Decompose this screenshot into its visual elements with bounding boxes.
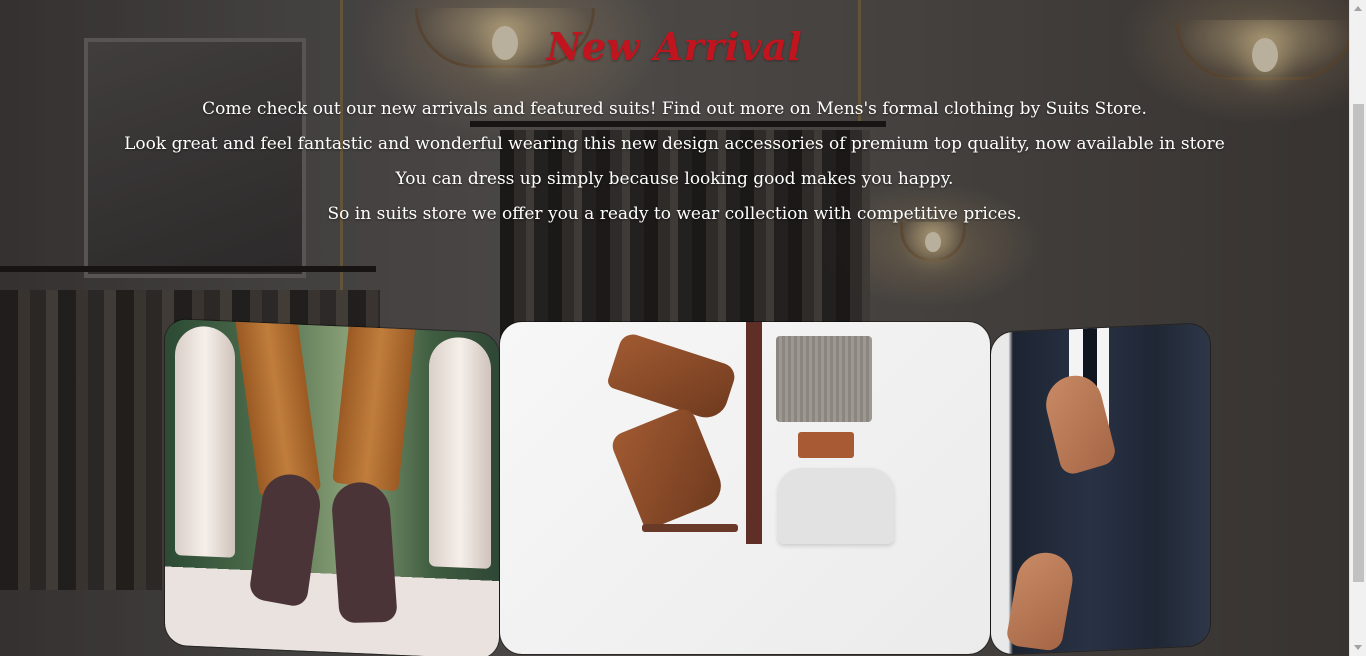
intro-line: You can dress up simply because looking … [395, 169, 954, 189]
flatlay-accessories-photo[interactable] [500, 322, 990, 654]
intro-line: So in suits store we offer you a ready t… [327, 204, 1022, 224]
intro-text: Come check out our new arrivals and feat… [0, 92, 1349, 232]
scroll-up-icon[interactable] [1354, 6, 1362, 11]
intro-line: Look great and feel fantastic and wonder… [124, 134, 1225, 154]
suit-tie-photo[interactable] [991, 323, 1210, 655]
scrollbar-thumb[interactable] [1353, 104, 1364, 582]
scroll-down-icon[interactable] [1354, 645, 1362, 650]
section-title: New Arrival [546, 24, 803, 69]
page-scrollbar[interactable] [1349, 0, 1366, 656]
intro-line: Come check out our new arrivals and feat… [202, 99, 1147, 119]
sneakers-photo[interactable] [165, 318, 499, 656]
